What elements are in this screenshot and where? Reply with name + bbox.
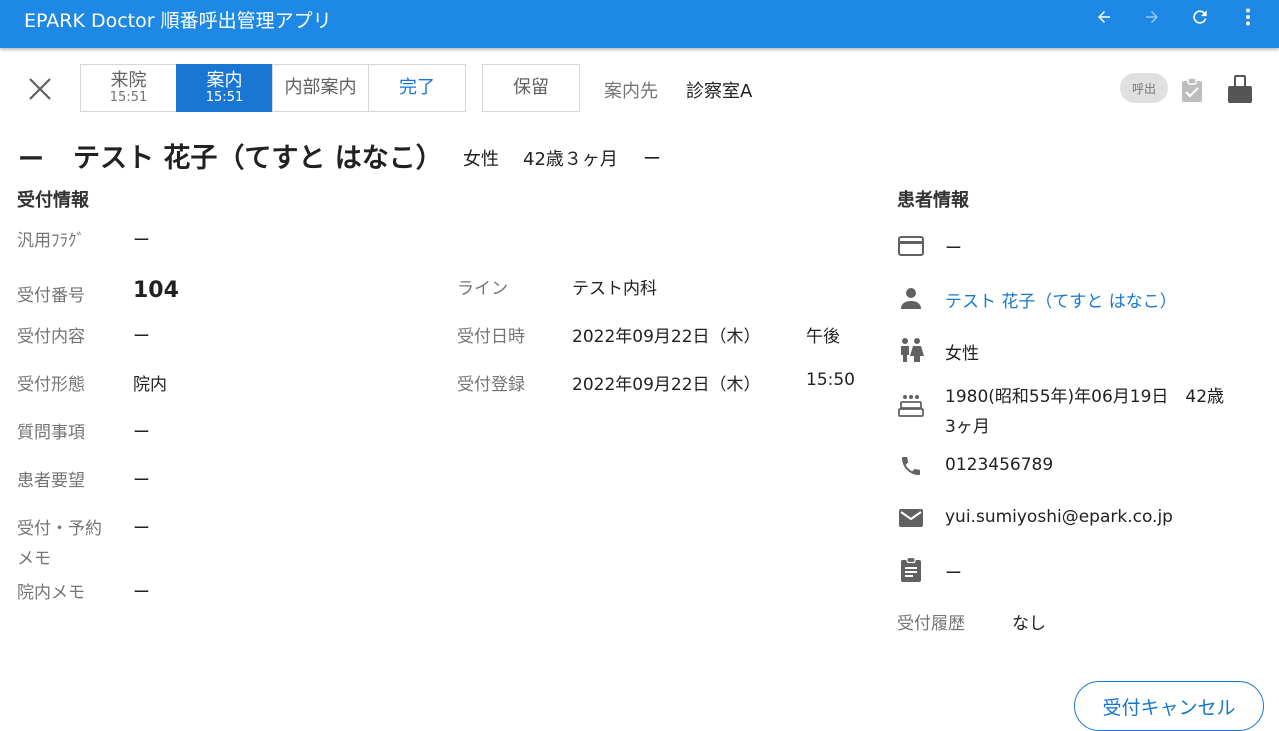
question-value: ー (133, 423, 150, 443)
close-icon[interactable] (27, 76, 53, 102)
clipboard-check-icon[interactable] (1180, 77, 1204, 103)
memo-label-line1: 受付・予約 (17, 519, 102, 539)
line-label: ライン (457, 279, 508, 299)
reception-registered-value: 2022年09月22日（木） (572, 375, 761, 395)
reception-registered-time: 15:50 (806, 370, 855, 390)
patient-name-link[interactable]: テスト 花子（てすと はなこ） (945, 287, 1177, 312)
call-button[interactable]: 呼出 (1120, 73, 1168, 103)
mail-icon (898, 505, 924, 531)
patient-prefix: ー (18, 145, 45, 175)
cancel-reception-button[interactable]: 受付キャンセル (1074, 681, 1264, 731)
patient-gender-heading: 女性 (463, 149, 499, 170)
patient-suffix: ー (643, 149, 661, 170)
patient-age-heading: 42歳３ヶ月 (523, 149, 618, 170)
more-vert-icon[interactable] (1235, 6, 1261, 28)
reception-form-label: 受付形態 (17, 375, 85, 395)
status-done-button[interactable]: 完了 (368, 64, 466, 112)
person-icon (898, 285, 924, 311)
reception-content-value: ー (133, 327, 150, 347)
reception-datetime-value: 2022年09月22日（木） (572, 327, 761, 347)
internal-memo-label: 院内メモ (17, 583, 85, 603)
destination-value[interactable]: 診察室A (686, 77, 752, 103)
history-value: なし (1012, 614, 1046, 634)
clipboard-icon (898, 557, 924, 583)
gender-icon (898, 337, 924, 363)
device-icon[interactable] (1227, 74, 1253, 104)
patient-birthday-line2: 3ヶ月 (945, 417, 990, 437)
cake-icon (898, 392, 924, 418)
app-title: EPARK Doctor 順番呼出管理アプリ (24, 10, 332, 32)
status-arrived-button[interactable]: 来院 15:51 (80, 64, 177, 112)
patient-clipboard-value: ー (945, 564, 962, 584)
reception-form-value: 院内 (133, 375, 167, 395)
reception-registered-label: 受付登録 (457, 375, 525, 395)
patient-card-value: ー (945, 239, 962, 259)
status-guided-button[interactable]: 案内 15:51 (176, 64, 273, 112)
question-label: 質問事項 (17, 423, 85, 443)
reception-section-title: 受付情報 (17, 190, 89, 211)
arrow-back-icon[interactable] (1091, 6, 1117, 28)
hold-button[interactable]: 保留 (482, 64, 580, 112)
history-label: 受付履歴 (897, 614, 965, 634)
flag-value: ー (133, 231, 150, 251)
reception-datetime-time: 午後 (806, 327, 840, 347)
patient-name-heading: テスト 花子（てすと はなこ） (73, 143, 443, 174)
patient-request-label: 患者要望 (17, 471, 85, 491)
patient-request-value: ー (133, 471, 150, 491)
patient-birthday-line1: 1980(昭和55年)年06月19日 42歳 (945, 387, 1225, 407)
reception-content-label: 受付内容 (17, 327, 85, 347)
phone-icon (898, 453, 924, 479)
destination-label: 案内先 (604, 81, 658, 102)
status-internal-guide-button[interactable]: 内部案内 (272, 64, 369, 112)
credit-card-icon (898, 233, 924, 259)
memo-label-line2: メモ (17, 549, 51, 569)
patient-section-title: 患者情報 (897, 190, 969, 211)
patient-email-value: yui.sumiyoshi@epark.co.jp (945, 507, 1173, 527)
arrow-forward-icon[interactable] (1139, 6, 1165, 28)
patient-phone-value: 0123456789 (945, 455, 1054, 475)
patient-gender-value: 女性 (945, 344, 979, 364)
flag-label: 汎用ﾌﾗｸﾞ (17, 231, 85, 251)
reception-number-value: 104 (133, 278, 179, 303)
reception-number-label: 受付番号 (17, 286, 85, 306)
refresh-icon[interactable] (1187, 6, 1213, 28)
line-value: テスト内科 (572, 279, 657, 299)
memo-value: ー (133, 519, 150, 539)
app-bar: EPARK Doctor 順番呼出管理アプリ (0, 0, 1279, 48)
reception-datetime-label: 受付日時 (457, 327, 525, 347)
internal-memo-value: ー (133, 583, 150, 603)
